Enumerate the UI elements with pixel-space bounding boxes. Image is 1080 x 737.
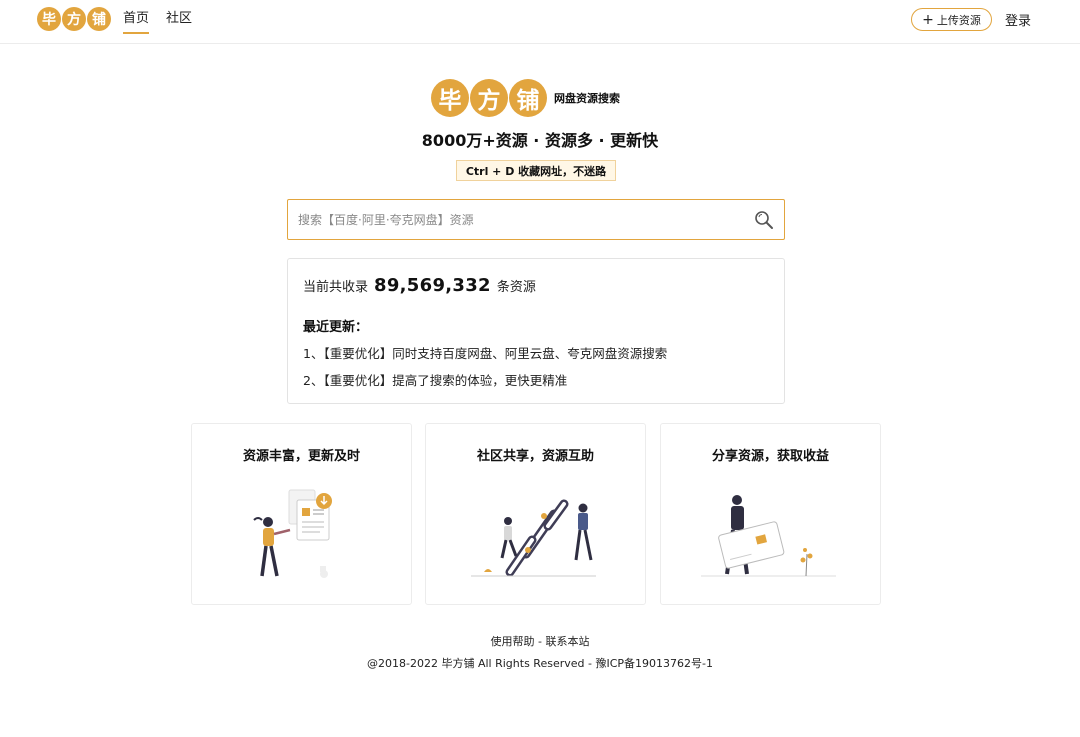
search-input[interactable] — [288, 200, 748, 239]
search-box — [287, 199, 785, 240]
documents-illustration — [253, 489, 332, 578]
site-logo[interactable]: 毕 方 铺 — [37, 7, 111, 31]
hero-logo-char: 铺 — [509, 79, 547, 117]
footer-copyright: @2018-2022 毕方铺 All Rights Reserved - 豫IC… — [0, 655, 1080, 671]
main-nav: 首页 社区 — [123, 0, 209, 44]
help-link[interactable]: 使用帮助 — [491, 635, 535, 648]
bookmark-tip: Ctrl + D 收藏网址，不迷路 — [456, 160, 616, 181]
hero-logo-char: 毕 — [431, 79, 469, 117]
nav-community[interactable]: 社区 — [166, 0, 192, 34]
copyright-text: @2018-2022 毕方铺 All Rights Reserved - — [367, 657, 596, 670]
feature-title: 社区共享，资源互助 — [476, 449, 594, 464]
logo-char: 毕 — [37, 7, 61, 31]
resource-count: 89,569,332 — [374, 275, 491, 296]
count-suffix: 条资源 — [496, 280, 536, 295]
login-link[interactable]: 登录 — [1005, 10, 1031, 29]
update-item: 1、【重要优化】同时支持百度网盘、阿里云盘、夸克网盘资源搜索 — [303, 346, 668, 361]
resource-count-line: 当前共收录 89,569,332 条资源 — [303, 275, 536, 296]
feature-card-rich-resources: 资源丰富，更新及时 — [191, 423, 412, 605]
recent-updates-title: 最近更新： — [303, 320, 369, 335]
feature-card-community-sharing: 社区共享，资源互助 — [425, 423, 646, 605]
icp-link[interactable]: 豫ICP备19013762号-1 — [595, 657, 713, 670]
hero-logo-char: 方 — [470, 79, 508, 117]
upload-resource-button[interactable]: + 上传资源 — [911, 8, 992, 31]
search-icon[interactable] — [754, 210, 774, 230]
credit-card-illustration — [701, 495, 836, 577]
stats-panel: 当前共收录 89,569,332 条资源 最近更新： 1、【重要优化】同时支持百… — [287, 258, 785, 404]
feature-title: 资源丰富，更新及时 — [242, 449, 360, 464]
nav-home[interactable]: 首页 — [123, 0, 150, 34]
footer-links: 使用帮助 - 联系本站 — [0, 633, 1080, 649]
contact-link[interactable]: 联系本站 — [545, 635, 589, 648]
hero-logo-subtitle: 网盘资源搜索 — [554, 92, 620, 105]
hero-logo: 毕 方 铺 网盘资源搜索 — [431, 79, 620, 117]
chain-link-illustration — [471, 499, 596, 577]
footer-separator: - — [534, 635, 546, 648]
logo-char: 方 — [62, 7, 86, 31]
feature-title: 分享资源，获取收益 — [711, 449, 829, 464]
count-prefix: 当前共收录 — [303, 280, 369, 295]
plus-icon: + — [922, 11, 934, 28]
upload-label: 上传资源 — [936, 13, 981, 27]
top-header: 毕 方 铺 首页 社区 + 上传资源 登录 — [0, 0, 1080, 44]
feature-card-share-earn: 分享资源，获取收益 — [660, 423, 881, 605]
logo-char: 铺 — [87, 7, 111, 31]
slogan: 8000万+资源 · 资源多 · 更新快 — [421, 131, 659, 150]
update-item: 2、【重要优化】提高了搜索的体验，更快更精准 — [303, 373, 568, 388]
